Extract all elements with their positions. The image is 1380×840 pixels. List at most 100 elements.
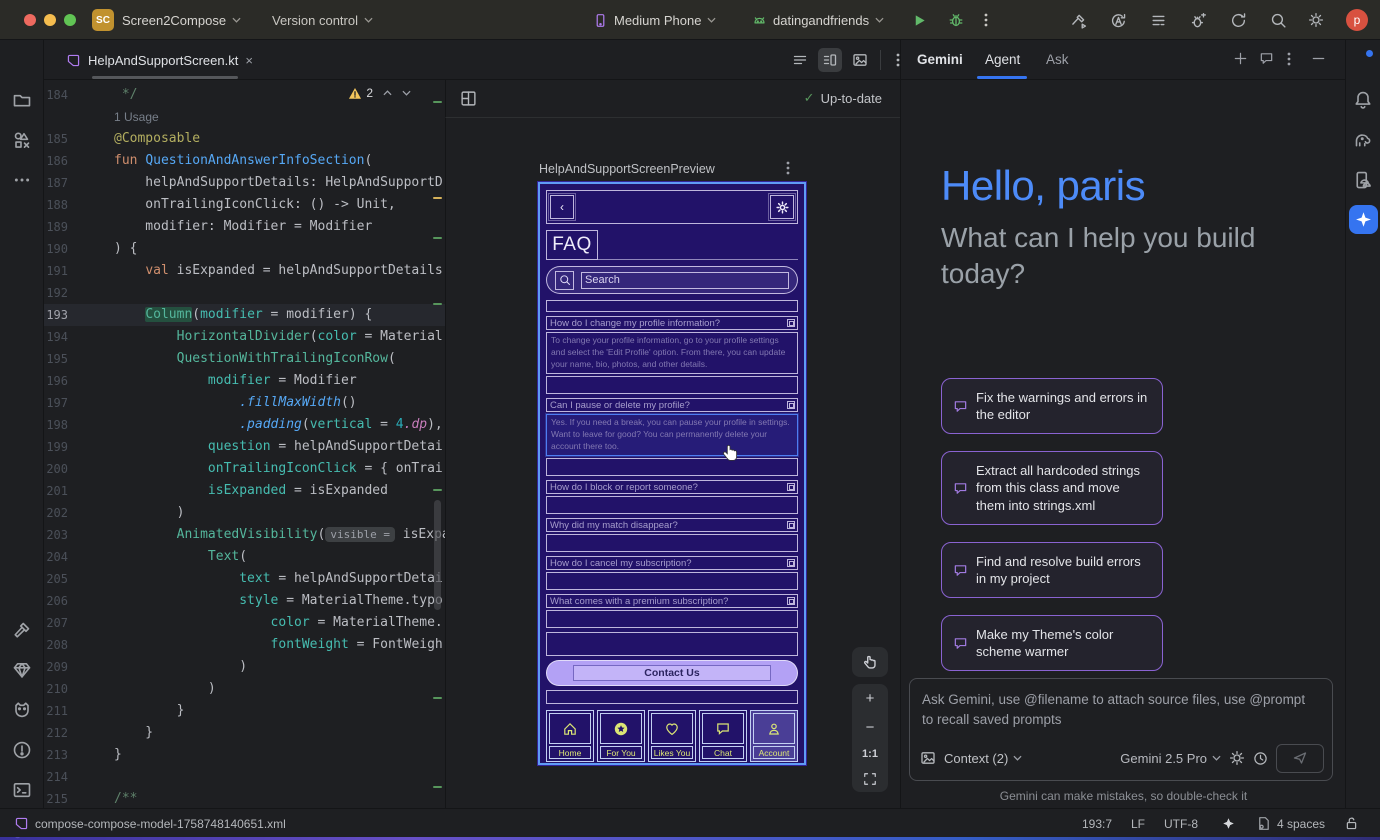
phone-search-bar[interactable]: Search xyxy=(546,266,798,294)
code-line[interactable]: 211 } xyxy=(44,700,445,722)
code-line[interactable]: 207 color = MaterialTheme. xyxy=(44,612,445,634)
phone-contact-button[interactable]: Contact Us xyxy=(546,660,798,686)
code-line[interactable]: 194 HorizontalDivider(color = Material xyxy=(44,326,445,348)
pan-tool-button[interactable] xyxy=(852,647,888,677)
editor-scrollbar[interactable] xyxy=(434,500,441,610)
ui-check-icon[interactable] xyxy=(460,90,477,107)
code-line[interactable]: 187 helpAndSupportDetails: HelpAndSuppor… xyxy=(44,172,445,194)
code-assist-icon[interactable] xyxy=(1110,0,1127,40)
resource-manager-icon[interactable] xyxy=(12,130,32,150)
faq-question[interactable]: What comes with a premium subscription? xyxy=(546,594,798,608)
code-view-button[interactable] xyxy=(788,48,812,72)
todo-list-icon[interactable] xyxy=(1150,0,1167,40)
gradle-icon[interactable] xyxy=(1353,130,1373,150)
code-line[interactable]: 201 isExpanded = isExpanded xyxy=(44,480,445,502)
notifications-icon[interactable] xyxy=(1353,90,1373,110)
phone-settings-button[interactable] xyxy=(770,195,794,219)
send-button[interactable] xyxy=(1276,744,1324,773)
suggestion-card[interactable]: Make my Theme's color scheme warmer xyxy=(941,615,1163,671)
avatar[interactable]: p xyxy=(1346,0,1368,40)
build-tool-icon[interactable] xyxy=(12,620,32,640)
inspection-widget[interactable]: 2 xyxy=(348,86,411,100)
code-line[interactable]: 210 ) xyxy=(44,678,445,700)
device-selector[interactable]: Medium Phone xyxy=(593,0,716,40)
suggestion-card[interactable]: Extract all hardcoded strings from this … xyxy=(941,451,1163,524)
code-line[interactable]: 206 style = MaterialTheme.typo xyxy=(44,590,445,612)
device-manager-icon[interactable] xyxy=(1353,170,1373,190)
phone-nav-account[interactable]: Account xyxy=(750,710,798,762)
window-close-button[interactable] xyxy=(24,14,36,26)
faq-expand-icon[interactable] xyxy=(787,401,795,409)
prev-problem-icon[interactable] xyxy=(383,90,392,96)
faq-question[interactable]: How do I cancel my subscription? xyxy=(546,556,798,570)
project-tool-icon[interactable] xyxy=(12,90,32,110)
phone-preview[interactable]: ‹ FAQ Search How do I change my profile … xyxy=(538,182,806,765)
code-line[interactable]: 190) { xyxy=(44,238,445,260)
caret-position[interactable]: 193:7 xyxy=(1082,809,1112,838)
close-tab-icon[interactable]: × xyxy=(245,53,253,68)
suggestion-card[interactable]: Fix the warnings and errors in the edito… xyxy=(941,378,1163,434)
code-line[interactable]: 188 onTrailingIconClick: () -> Unit, xyxy=(44,194,445,216)
gemini-options-menu[interactable] xyxy=(1287,51,1291,67)
faq-expand-icon[interactable] xyxy=(787,319,795,327)
split-view-button[interactable] xyxy=(818,48,842,72)
run-button[interactable] xyxy=(912,0,927,40)
status-file[interactable]: compose-compose-model-1758748140651.xml xyxy=(14,809,286,838)
logcat-icon[interactable] xyxy=(12,700,32,720)
zoom-in-button[interactable]: + xyxy=(866,690,875,707)
preview-options-menu[interactable] xyxy=(786,160,790,176)
phone-nav-likes-you[interactable]: Likes You xyxy=(648,710,696,762)
code-line[interactable]: 204 Text( xyxy=(44,546,445,568)
faq-answer[interactable]: To change your profile information, go t… xyxy=(546,332,798,374)
debug-button[interactable] xyxy=(948,0,964,40)
chat-history-icon[interactable] xyxy=(1259,51,1274,66)
context-selector[interactable]: Context (2) xyxy=(944,751,1022,766)
code-line[interactable]: 189 modifier: Modifier = Modifier xyxy=(44,216,445,238)
code-line[interactable]: 202 ) xyxy=(44,502,445,524)
tab-help-and-support-screen[interactable]: HelpAndSupportScreen.kt × xyxy=(56,40,263,80)
suggestion-card[interactable]: Find and resolve build errors in my proj… xyxy=(941,542,1163,598)
hide-panel-icon[interactable] xyxy=(1311,51,1326,66)
code-line[interactable]: 203 AnimatedVisibility(visible = isExpan xyxy=(44,524,445,546)
code-line[interactable]: 186fun QuestionAndAnswerInfoSection( xyxy=(44,150,445,172)
code-line[interactable]: 191 val isExpanded = helpAndSupportDetai… xyxy=(44,260,445,282)
code-line[interactable]: 1 Usage xyxy=(44,106,445,128)
gemini-tool-button[interactable] xyxy=(1349,205,1378,234)
code-line[interactable]: 215/** xyxy=(44,788,445,808)
run-config-selector[interactable]: datingandfriends xyxy=(752,0,884,40)
code-line[interactable]: 205 text = helpAndSupportDetai xyxy=(44,568,445,590)
faq-answer[interactable]: Yes. If you need a break, you can pause … xyxy=(546,414,798,456)
preview-name-label[interactable]: HelpAndSupportScreenPreview xyxy=(539,162,715,176)
faq-question[interactable]: Can I pause or delete my profile? xyxy=(546,398,798,412)
new-chat-icon[interactable] xyxy=(1233,51,1248,66)
phone-nav-home[interactable]: Home xyxy=(546,710,594,762)
code-editor[interactable]: 184 */1 Usage185@Composable186fun Questi… xyxy=(44,80,445,808)
tab-agent[interactable]: Agent xyxy=(985,52,1020,67)
gemini-settings-icon[interactable] xyxy=(1229,750,1245,766)
phone-nav-for-you[interactable]: For You xyxy=(597,710,645,762)
phone-nav-chat[interactable]: Chat xyxy=(699,710,747,762)
faq-expand-icon[interactable] xyxy=(787,521,795,529)
code-line[interactable]: 192 xyxy=(44,282,445,304)
file-encoding[interactable]: UTF-8 xyxy=(1164,809,1198,838)
faq-expand-icon[interactable] xyxy=(787,483,795,491)
code-line[interactable]: 196 modifier = Modifier xyxy=(44,370,445,392)
next-problem-icon[interactable] xyxy=(402,90,411,96)
code-line[interactable]: 193 Column(modifier = modifier) { xyxy=(44,304,445,326)
faq-expand-icon[interactable] xyxy=(787,559,795,567)
build-icon[interactable] xyxy=(1070,0,1087,40)
code-line[interactable]: 185@Composable xyxy=(44,128,445,150)
more-actions-menu[interactable] xyxy=(984,0,988,40)
vcs-menu[interactable]: Version control xyxy=(272,0,373,40)
code-line[interactable]: 200 onTrailingIconClick = { onTrai xyxy=(44,458,445,480)
code-line[interactable]: 213} xyxy=(44,744,445,766)
code-line[interactable]: 198 .padding(vertical = 4.dp), xyxy=(44,414,445,436)
zoom-actual-size-button[interactable]: 1:1 xyxy=(862,748,878,760)
zoom-to-fit-button[interactable] xyxy=(863,772,877,786)
lock-icon[interactable] xyxy=(1344,809,1359,838)
tab-scrollbar[interactable] xyxy=(92,76,238,79)
gemini-input-box[interactable]: Ask Gemini, use @filename to attach sour… xyxy=(909,678,1333,781)
design-view-button[interactable] xyxy=(848,48,872,72)
window-minimize-button[interactable] xyxy=(44,14,56,26)
code-line[interactable]: 195 QuestionWithTrailingIconRow( xyxy=(44,348,445,370)
